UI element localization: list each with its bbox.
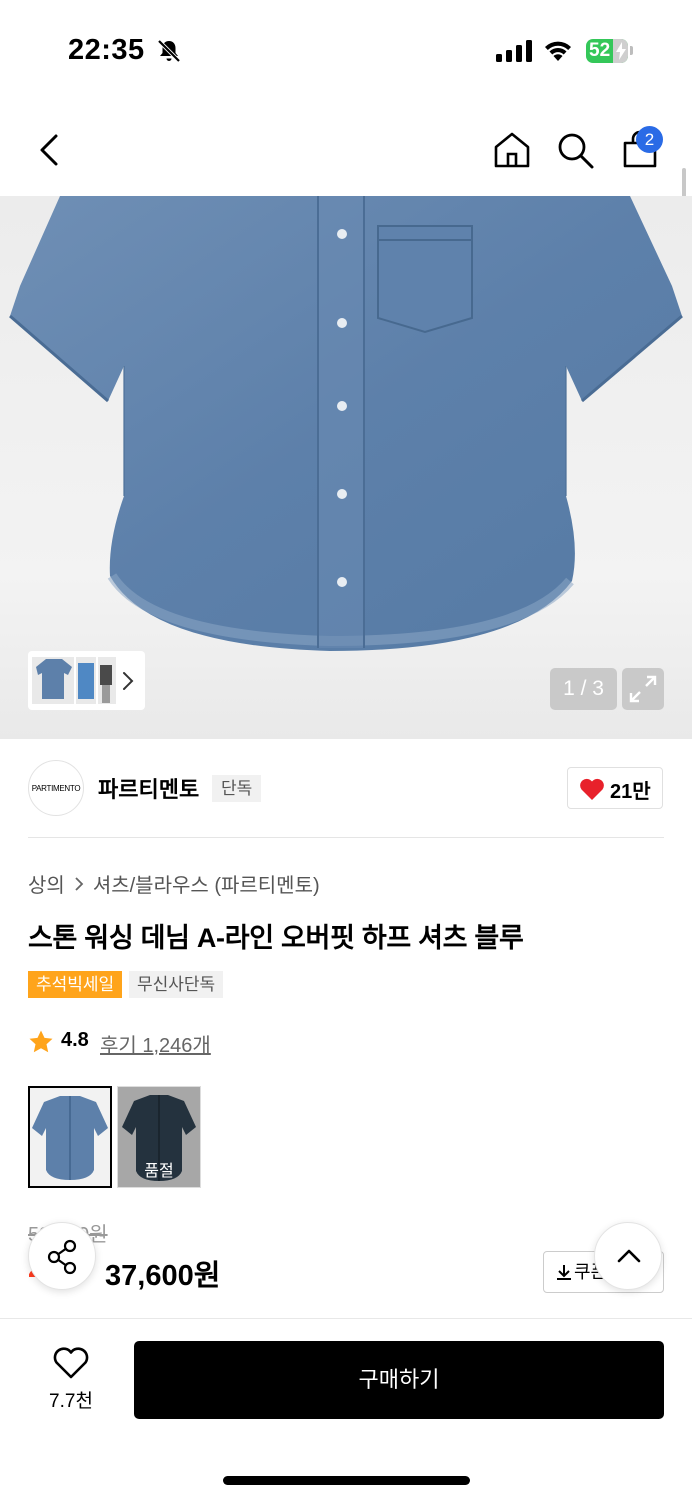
breadcrumb: 상의 셔츠/블라우스 (파르티멘토) [28,869,320,898]
cart-count-badge: 2 [636,126,663,153]
sale-price: 37,600원 [105,1260,221,1292]
section-divider [28,837,664,838]
rating-score: 4.8 [61,1029,89,1051]
search-icon[interactable] [556,131,596,171]
home-indicator[interactable] [223,1476,470,1485]
breadcrumb-category[interactable]: 상의 [28,869,65,898]
battery-indicator: 52 [586,39,628,63]
sale-event-badge: 추석빅세일 [28,971,123,998]
exclusive-badge: 무신사단독 [129,971,224,998]
chevron-up-icon [617,1249,641,1263]
expand-icon [629,675,657,703]
battery-tip [630,46,633,55]
color-option-navy[interactable]: 품절 [117,1086,201,1188]
status-time: 22:35 [68,34,145,66]
brand-logo[interactable]: PARTIMENTO [28,760,84,816]
scroll-to-top-button[interactable] [594,1222,662,1290]
blue-shirt-thumbnail [32,1096,108,1180]
review-count-link[interactable]: 후기 1,246개 [100,1029,211,1058]
sold-out-label: 품절 [144,1163,174,1180]
color-option-blue[interactable] [28,1086,112,1188]
image-page-counter: 1 / 3 [550,668,617,710]
battery-level: 52 [589,40,611,61]
exclusive-tag: 단독 [212,775,262,802]
bell-muted-icon [157,39,181,63]
cellular-signal-icon [496,40,532,62]
share-button[interactable] [28,1222,96,1290]
star-icon [29,1030,53,1053]
brand-like-count: 21만 [610,781,651,803]
back-arrow-icon[interactable] [32,130,68,170]
product-title: 스톤 워싱 데님 A-라인 오버핏 하프 셔츠 블루 [28,923,524,953]
charging-bolt-icon [616,42,626,60]
fullscreen-button[interactable] [622,668,664,710]
chevron-right-icon [75,876,84,891]
heart-filled-icon [580,778,604,800]
home-icon[interactable] [492,130,532,170]
brand-name[interactable]: 파르티멘토 [98,772,199,804]
buy-button[interactable]: 구매하기 [134,1341,664,1419]
download-icon [557,1265,571,1280]
breadcrumb-subcategory[interactable]: 셔츠/블라우스 (파르티멘토) [93,869,320,898]
heart-outline-icon[interactable] [52,1346,90,1380]
share-icon [47,1239,77,1275]
chevron-right-icon[interactable] [120,670,136,692]
wishlist-count: 7.7천 [49,1391,93,1412]
wifi-icon [545,41,571,61]
